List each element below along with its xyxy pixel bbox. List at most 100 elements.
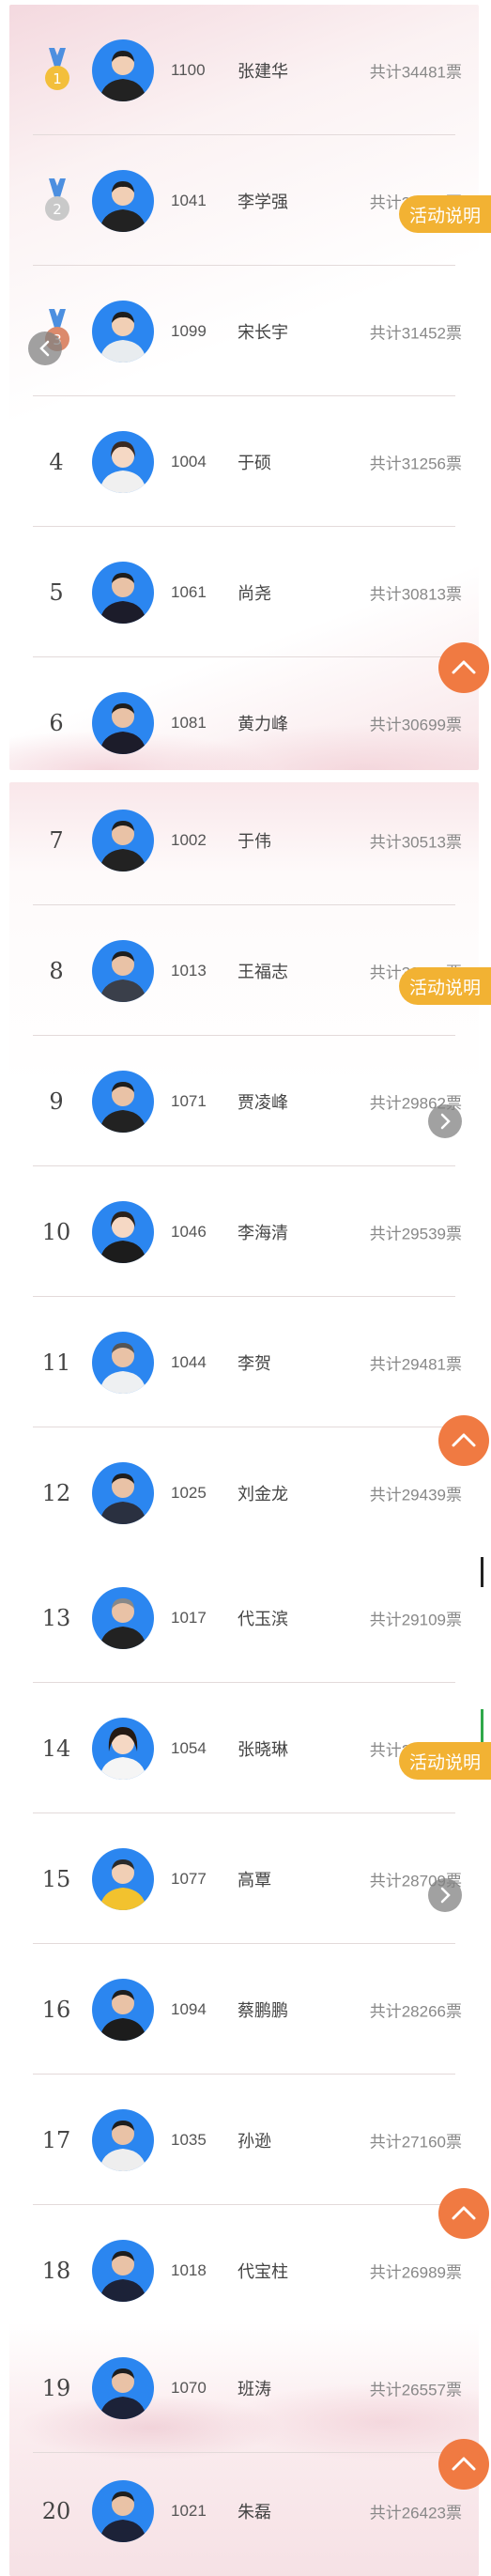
rank-number: 20 bbox=[41, 2497, 71, 2524]
ranking-row[interactable]: 9 1071 贾凌峰 共计29862票 bbox=[9, 1036, 479, 1166]
candidate-name: 李学强 bbox=[238, 192, 288, 212]
candidate-name: 宋长宇 bbox=[238, 322, 288, 343]
rank-number: 18 bbox=[41, 2257, 71, 2284]
vote-count: 共计30699票 bbox=[369, 716, 462, 733]
avatar bbox=[92, 2108, 154, 2171]
chevron-right-icon bbox=[440, 1113, 451, 1130]
avatar bbox=[92, 1978, 154, 2041]
candidate-code: 1070 bbox=[171, 2378, 207, 2397]
avatar bbox=[92, 1586, 154, 1649]
ranking-row[interactable]: 3 1099 宋长宇 共计31452票 bbox=[9, 266, 479, 396]
vote-count: 共计26989票 bbox=[369, 2263, 462, 2281]
candidate-name: 孙逊 bbox=[238, 2131, 271, 2152]
ranking-row[interactable]: 6 1081 黄力峰 共计30699票 bbox=[9, 657, 479, 770]
candidate-name: 于硕 bbox=[238, 453, 271, 473]
ranking-row[interactable]: 17 1035 孙逊 共计27160票 bbox=[9, 2075, 479, 2205]
vote-count: 共计26423票 bbox=[369, 2504, 462, 2522]
ranking-row[interactable]: 11 1044 李贺 共计29481票 bbox=[9, 1297, 479, 1427]
rank-number: 17 bbox=[41, 2126, 71, 2153]
rank-number: 7 bbox=[49, 826, 64, 854]
candidate-code: 1094 bbox=[171, 1999, 207, 2018]
ranking-row[interactable]: 10 1046 李海清 共计29539票 bbox=[9, 1166, 479, 1297]
scroll-top-button[interactable] bbox=[438, 1415, 489, 1466]
vote-count: 共计31452票 bbox=[369, 324, 462, 342]
activity-info-button[interactable]: 活动说明 bbox=[399, 195, 491, 233]
gold-medal-icon: 1 bbox=[43, 46, 71, 95]
candidate-name: 张建华 bbox=[238, 61, 288, 82]
candidate-code: 1046 bbox=[171, 1222, 207, 1241]
avatar bbox=[92, 691, 154, 754]
rank-number: 15 bbox=[41, 1865, 71, 1892]
avatar bbox=[92, 939, 154, 1002]
vote-count: 共计28266票 bbox=[369, 2002, 462, 2020]
activity-info-button[interactable]: 活动说明 bbox=[399, 967, 491, 1005]
scroll-top-button[interactable] bbox=[438, 2439, 489, 2490]
candidate-code: 1081 bbox=[171, 713, 207, 732]
vote-count: 共计29439票 bbox=[369, 1486, 462, 1504]
avatar bbox=[92, 809, 154, 872]
scroll-indicator bbox=[481, 1709, 483, 1745]
avatar bbox=[92, 561, 154, 624]
rank-number: 9 bbox=[49, 1087, 64, 1115]
rank-number: 8 bbox=[49, 957, 64, 984]
candidate-name: 朱磊 bbox=[238, 2502, 271, 2522]
candidate-name: 班涛 bbox=[238, 2379, 271, 2399]
vote-count: 共计29481票 bbox=[369, 1355, 462, 1373]
ranking-row[interactable]: 5 1061 尚尧 共计30813票 bbox=[9, 527, 479, 657]
rank-number: 4 bbox=[49, 448, 64, 475]
chevron-right-icon bbox=[440, 1887, 451, 1904]
rank-number: 13 bbox=[41, 1604, 71, 1631]
avatar bbox=[92, 300, 154, 362]
candidate-name: 代宝柱 bbox=[238, 2261, 288, 2282]
candidate-name: 刘金龙 bbox=[238, 1484, 288, 1504]
back-button[interactable] bbox=[28, 332, 62, 365]
back-button[interactable] bbox=[428, 1104, 462, 1138]
avatar bbox=[92, 169, 154, 232]
scroll-top-button[interactable] bbox=[438, 642, 489, 693]
chevron-up-icon bbox=[452, 2457, 476, 2471]
medal-number: 2 bbox=[53, 201, 62, 218]
candidate-name: 张晓琳 bbox=[238, 1739, 288, 1760]
candidate-code: 1017 bbox=[171, 1608, 207, 1627]
vote-count: 共计30813票 bbox=[369, 585, 462, 603]
rank-number: 12 bbox=[41, 1479, 71, 1506]
ranking-row[interactable]: 16 1094 蔡鹏鹏 共计28266票 bbox=[9, 1944, 479, 2075]
candidate-name: 于伟 bbox=[238, 831, 271, 852]
candidate-code: 1077 bbox=[171, 1869, 207, 1888]
rank-number: 5 bbox=[49, 578, 64, 606]
rank-number: 16 bbox=[41, 1996, 71, 2023]
ranking-row[interactable]: 4 1004 于硕 共计31256票 bbox=[9, 396, 479, 527]
avatar bbox=[92, 1461, 154, 1524]
vote-count: 共计34481票 bbox=[369, 63, 462, 81]
candidate-name: 代玉滨 bbox=[238, 1609, 288, 1629]
candidate-code: 1041 bbox=[171, 191, 207, 209]
avatar bbox=[92, 2479, 154, 2542]
medal-number: 1 bbox=[53, 70, 62, 87]
activity-info-button[interactable]: 活动说明 bbox=[399, 1742, 491, 1780]
rank-number: 11 bbox=[41, 1349, 71, 1376]
ranking-row[interactable]: 18 1018 代宝柱 共计26989票 bbox=[9, 2205, 479, 2318]
avatar bbox=[92, 1331, 154, 1394]
avatar bbox=[92, 39, 154, 101]
vote-count: 共计27160票 bbox=[369, 2133, 462, 2151]
ranking-row[interactable]: 20 1021 朱磊 共计26423票 bbox=[9, 2445, 479, 2576]
candidate-name: 高覃 bbox=[238, 1870, 271, 1890]
chevron-up-icon bbox=[452, 1433, 476, 1447]
ranking-row[interactable]: 15 1077 高覃 共计28709票 bbox=[9, 1813, 479, 1944]
candidate-code: 1021 bbox=[171, 2501, 207, 2520]
ranking-row[interactable]: 12 1025 刘金龙 共计29439票 bbox=[9, 1427, 479, 1545]
candidate-code: 1035 bbox=[171, 2130, 207, 2149]
ranking-row[interactable]: 13 1017 代玉滨 共计29109票 bbox=[9, 1552, 479, 1683]
silver-medal-icon: 2 bbox=[43, 177, 71, 225]
scroll-top-button[interactable] bbox=[438, 2188, 489, 2239]
chevron-up-icon bbox=[452, 660, 476, 674]
vote-count: 共计29109票 bbox=[369, 1611, 462, 1628]
candidate-code: 1071 bbox=[171, 1091, 207, 1110]
ranking-row[interactable]: 1 1100 张建华 共计34481票 bbox=[9, 5, 479, 135]
candidate-name: 李贺 bbox=[238, 1353, 271, 1374]
back-button[interactable] bbox=[428, 1878, 462, 1912]
candidate-code: 1018 bbox=[171, 2260, 207, 2279]
ranking-row[interactable]: 7 1002 于伟 共计30513票 bbox=[9, 782, 479, 905]
ranking-row[interactable]: 19 1070 班涛 共计26557票 bbox=[9, 2322, 479, 2453]
vote-count: 共计29539票 bbox=[369, 1225, 462, 1242]
